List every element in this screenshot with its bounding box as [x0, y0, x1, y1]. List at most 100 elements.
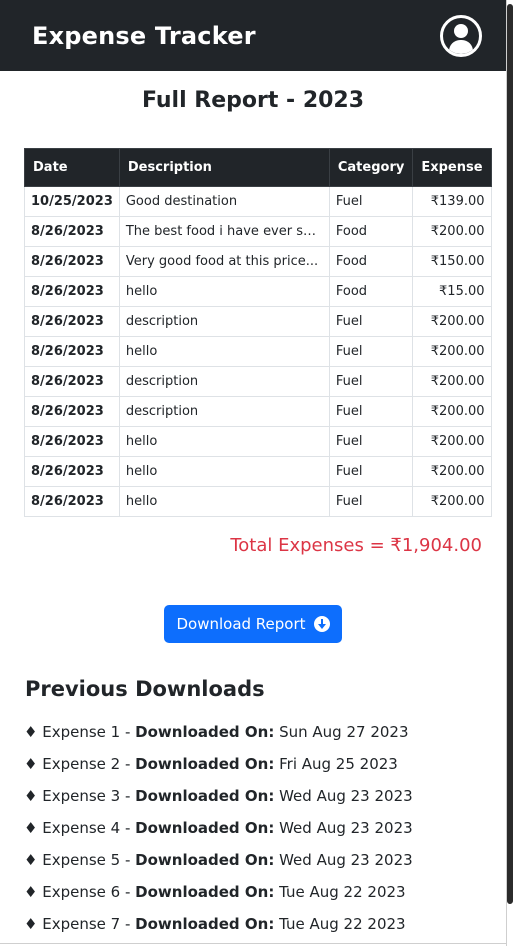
cell-description: The best food i have ever seen [118, 216, 330, 247]
cell-expense: ₹200.00 [412, 486, 492, 517]
diamond-bullet-icon: ♦ [24, 915, 38, 933]
table-row: 8/26/2023 description Fuel ₹200.00 [24, 396, 492, 427]
diamond-bullet-icon: ♦ [24, 851, 38, 869]
downloaded-on-label: Downloaded On: [135, 755, 275, 773]
download-button-label: Download Report [176, 615, 306, 633]
download-date: Sun Aug 27 2023 [279, 723, 409, 741]
downloaded-on-label: Downloaded On: [135, 883, 275, 901]
table-row: 8/26/2023 hello Food ₹15.00 [24, 276, 492, 307]
download-date: Wed Aug 23 2023 [279, 787, 413, 805]
cell-expense: ₹200.00 [412, 366, 492, 397]
download-name: Expense 1 [42, 723, 121, 741]
cell-category: Fuel [328, 456, 414, 487]
cell-category: Food [328, 276, 414, 307]
cell-description: hello [118, 456, 330, 487]
downloaded-on-label: Downloaded On: [135, 723, 275, 741]
diamond-bullet-icon: ♦ [24, 787, 38, 805]
cell-description: description [118, 306, 330, 337]
cell-date: 8/26/2023 [24, 276, 120, 307]
download-date: Wed Aug 23 2023 [279, 851, 413, 869]
table-row: 8/26/2023 hello Fuel ₹200.00 [24, 426, 492, 457]
download-date: Tue Aug 22 2023 [279, 883, 406, 901]
diamond-bullet-icon: ♦ [24, 819, 38, 837]
list-item: ♦ Expense 5 - Downloaded On: Wed Aug 23 … [24, 851, 413, 869]
cell-description: Very good food at this price... [118, 246, 330, 277]
download-name: Expense 3 [42, 787, 121, 805]
downloaded-on-label: Downloaded On: [135, 819, 275, 837]
table-header-row: Date Description Category Expense [24, 148, 492, 187]
download-date: Fri Aug 25 2023 [279, 755, 398, 773]
download-name: Expense 7 [42, 915, 121, 933]
cell-expense: ₹150.00 [412, 246, 492, 277]
list-item: ♦ Expense 6 - Downloaded On: Tue Aug 22 … [24, 883, 406, 901]
cell-category: Fuel [328, 336, 414, 367]
list-item: ♦ Expense 3 - Downloaded On: Wed Aug 23 … [24, 787, 413, 805]
expense-table: Date Description Category Expense 10/25/… [24, 148, 492, 517]
download-name: Expense 6 [42, 883, 121, 901]
table-row: 8/26/2023 The best food i have ever seen F… [24, 216, 492, 247]
cell-expense: ₹200.00 [412, 216, 492, 247]
table-row: 8/26/2023 hello Fuel ₹200.00 [24, 336, 492, 367]
app-title[interactable]: Expense Tracker [32, 22, 256, 50]
cell-date: 8/26/2023 [24, 366, 120, 397]
download-date: Wed Aug 23 2023 [279, 819, 413, 837]
table-row: 8/26/2023 description Fuel ₹200.00 [24, 366, 492, 397]
previous-downloads-title: Previous Downloads [25, 677, 265, 701]
cell-date: 8/26/2023 [24, 426, 120, 457]
scrollbar-thumb[interactable] [507, 4, 513, 904]
diamond-bullet-icon: ♦ [24, 755, 38, 773]
cell-description: description [118, 366, 330, 397]
cell-description: description [118, 396, 330, 427]
cell-description: hello [118, 276, 330, 307]
cell-category: Fuel [328, 186, 414, 217]
cell-category: Food [328, 246, 414, 277]
cell-expense: ₹200.00 [412, 396, 492, 427]
cell-description: Good destination [118, 186, 330, 217]
cell-expense: ₹200.00 [412, 336, 492, 367]
list-item: ♦ Expense 7 - Downloaded On: Tue Aug 22 … [24, 915, 406, 933]
divider [506, 0, 507, 946]
download-report-button[interactable]: Download Report [164, 605, 342, 643]
column-header-description: Description [118, 148, 330, 187]
table-row: 8/26/2023 Very good food at this price...… [24, 246, 492, 277]
list-item: ♦ Expense 1 - Downloaded On: Sun Aug 27 … [24, 723, 409, 741]
cell-date: 8/26/2023 [24, 486, 120, 517]
cell-date: 10/25/2023 [24, 186, 120, 217]
table-row: 8/26/2023 hello Fuel ₹200.00 [24, 486, 492, 517]
downloaded-on-label: Downloaded On: [135, 787, 275, 805]
cell-date: 8/26/2023 [24, 336, 120, 367]
scrollbar[interactable] [506, 0, 514, 946]
cell-date: 8/26/2023 [24, 246, 120, 277]
downloaded-on-label: Downloaded On: [135, 851, 275, 869]
diamond-bullet-icon: ♦ [24, 883, 38, 901]
column-header-date: Date [24, 148, 120, 187]
cell-category: Fuel [328, 396, 414, 427]
downloaded-on-label: Downloaded On: [135, 915, 275, 933]
column-header-expense: Expense [412, 148, 492, 187]
table-row: 8/26/2023 description Fuel ₹200.00 [24, 306, 492, 337]
cell-category: Fuel [328, 366, 414, 397]
list-item: ♦ Expense 2 - Downloaded On: Fri Aug 25 … [24, 755, 398, 773]
divider [0, 943, 506, 944]
download-name: Expense 2 [42, 755, 121, 773]
list-item: ♦ Expense 4 - Downloaded On: Wed Aug 23 … [24, 819, 413, 837]
download-circle-icon [313, 616, 330, 632]
download-date: Tue Aug 22 2023 [279, 915, 406, 933]
page-title: Full Report - 2023 [141, 88, 365, 113]
cell-category: Fuel [328, 486, 414, 517]
download-name: Expense 5 [42, 851, 121, 869]
cell-category: Fuel [328, 306, 414, 337]
navbar: Expense Tracker [0, 0, 506, 71]
cell-expense: ₹200.00 [412, 306, 492, 337]
column-header-category: Category [328, 148, 414, 187]
cell-date: 8/26/2023 [24, 306, 120, 337]
cell-date: 8/26/2023 [24, 456, 120, 487]
cell-expense: ₹200.00 [412, 456, 492, 487]
cell-description: hello [118, 486, 330, 517]
previous-downloads-list: ♦ Expense 1 - Downloaded On: Sun Aug 27 … [24, 720, 413, 944]
cell-date: 8/26/2023 [24, 396, 120, 427]
cell-description: hello [118, 336, 330, 367]
user-circle-icon[interactable] [440, 14, 482, 57]
diamond-bullet-icon: ♦ [24, 723, 38, 741]
cell-category: Food [328, 216, 414, 247]
